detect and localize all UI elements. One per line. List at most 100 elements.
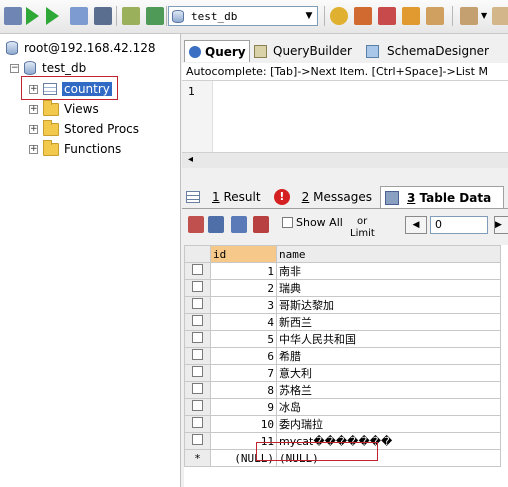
row-checkbox[interactable]: [192, 298, 203, 309]
row-selector[interactable]: [184, 381, 211, 399]
backup-icon[interactable]: [330, 7, 348, 25]
table-row[interactable]: 3 哥斯达黎加: [184, 296, 501, 314]
row-selector[interactable]: [184, 432, 211, 450]
expand-icon[interactable]: +: [29, 124, 38, 134]
row-selector[interactable]: [184, 296, 211, 314]
schema-icon[interactable]: [146, 7, 164, 25]
row-selector[interactable]: [184, 262, 211, 280]
execute-query-icon[interactable]: [26, 7, 39, 25]
tab-table-data[interactable]: 3 Table Data: [380, 186, 504, 208]
row-checkbox[interactable]: [192, 281, 203, 292]
cancel-changes-icon[interactable]: [253, 216, 269, 233]
cell-name[interactable]: 哥斯达黎加: [276, 296, 501, 314]
cell-id[interactable]: 10: [210, 415, 277, 433]
previous-page-button[interactable]: ◀: [405, 216, 427, 234]
sync-icon[interactable]: [402, 7, 420, 25]
table-row[interactable]: 9 冰岛: [184, 398, 501, 416]
delete-row-icon[interactable]: [231, 216, 247, 233]
show-all-checkbox[interactable]: [282, 217, 293, 228]
server-icon: [6, 41, 18, 55]
tree-item-functions[interactable]: + Functions: [29, 139, 121, 158]
new-row-marker: *: [184, 449, 211, 467]
scheduler-icon[interactable]: [426, 7, 444, 25]
table-row[interactable]: 5 中华人民共和国: [184, 330, 501, 348]
row-checkbox[interactable]: [192, 417, 203, 428]
scroll-left-icon[interactable]: ◂: [188, 154, 193, 165]
cell-id[interactable]: 6: [210, 347, 277, 365]
cell-name[interactable]: 意大利: [276, 364, 501, 382]
row-checkbox[interactable]: [192, 332, 203, 343]
table-data-icon[interactable]: [70, 7, 88, 25]
refresh-icon[interactable]: [122, 7, 140, 25]
cell-id[interactable]: 2: [210, 279, 277, 297]
row-selector[interactable]: [184, 398, 211, 416]
horizontal-scrollbar[interactable]: ◂: [182, 152, 508, 168]
table-row[interactable]: 2 瑞典: [184, 279, 501, 297]
cell-id[interactable]: 7: [210, 364, 277, 382]
cell-id[interactable]: 8: [210, 381, 277, 399]
tools-icon[interactable]: [492, 7, 508, 25]
cell-id[interactable]: 1: [210, 262, 277, 280]
expand-icon[interactable]: +: [29, 144, 38, 154]
cell-name[interactable]: 瑞典: [276, 279, 501, 297]
offset-input[interactable]: 0: [430, 216, 488, 234]
tree-root-connection[interactable]: root@192.168.42.128: [6, 39, 155, 57]
cell-name[interactable]: 冰岛: [276, 398, 501, 416]
cell-name[interactable]: 委内瑞拉: [276, 415, 501, 433]
table-row[interactable]: 1 南非: [184, 262, 501, 280]
row-checkbox[interactable]: [192, 383, 203, 394]
row-checkbox[interactable]: [192, 264, 203, 275]
row-checkbox[interactable]: [192, 315, 203, 326]
line-number: 1: [188, 85, 195, 98]
row-checkbox[interactable]: [192, 349, 203, 360]
collapse-icon[interactable]: −: [10, 63, 19, 73]
cell-name[interactable]: 南非: [276, 262, 501, 280]
tree-item-views[interactable]: + Views: [29, 99, 99, 118]
import-icon[interactable]: [378, 7, 396, 25]
table-row[interactable]: 7 意大利: [184, 364, 501, 382]
show-all-toggle[interactable]: Show All: [282, 216, 343, 229]
chevron-down-icon[interactable]: ▼: [481, 11, 487, 20]
tab-schemadesigner[interactable]: SchemaDesigner: [364, 40, 504, 62]
row-checkbox[interactable]: [192, 434, 203, 445]
restore-icon[interactable]: [354, 7, 372, 25]
row-selector[interactable]: [184, 347, 211, 365]
cell-name[interactable]: 新西兰: [276, 313, 501, 331]
row-selector[interactable]: [184, 415, 211, 433]
row-selector[interactable]: [184, 279, 211, 297]
connect-icon[interactable]: [4, 7, 22, 25]
cell-name[interactable]: 希腊: [276, 347, 501, 365]
table-row[interactable]: 6 希腊: [184, 347, 501, 365]
execute-all-icon[interactable]: [46, 7, 59, 25]
cell-id[interactable]: 5: [210, 330, 277, 348]
cell-id[interactable]: 4: [210, 313, 277, 331]
row-checkbox[interactable]: [192, 400, 203, 411]
cell-name[interactable]: 中华人民共和国: [276, 330, 501, 348]
toolbar-divider: [166, 6, 167, 26]
row-selector[interactable]: [184, 330, 211, 348]
tab-query[interactable]: Query: [184, 40, 250, 62]
tree-item-stored-procs[interactable]: + Stored Procs: [29, 119, 139, 138]
column-header-name[interactable]: name: [276, 245, 501, 263]
tab-result[interactable]: 1 Result: [186, 186, 264, 208]
cell-id[interactable]: 3: [210, 296, 277, 314]
database-select[interactable]: test_db ▼: [168, 6, 318, 26]
row-checkbox[interactable]: [192, 366, 203, 377]
expand-icon[interactable]: +: [29, 104, 38, 114]
tab-messages[interactable]: ! 2 Messages: [274, 186, 372, 208]
save-icon[interactable]: [208, 216, 224, 233]
row-selector[interactable]: [184, 313, 211, 331]
insert-row-icon[interactable]: [188, 216, 204, 233]
table-row[interactable]: 10 委内瑞拉: [184, 415, 501, 433]
cell-name[interactable]: 苏格兰: [276, 381, 501, 399]
row-selector[interactable]: [184, 364, 211, 382]
tree-database[interactable]: − test_db: [10, 59, 86, 77]
tab-querybuilder[interactable]: QueryBuilder: [252, 40, 356, 62]
table-row[interactable]: 4 新西兰: [184, 313, 501, 331]
export-icon[interactable]: [94, 7, 112, 25]
cell-id[interactable]: 9: [210, 398, 277, 416]
next-page-button[interactable]: ▶: [494, 216, 508, 234]
column-header-id[interactable]: id: [210, 245, 277, 263]
users-icon[interactable]: [460, 7, 478, 25]
table-row[interactable]: 8 苏格兰: [184, 381, 501, 399]
